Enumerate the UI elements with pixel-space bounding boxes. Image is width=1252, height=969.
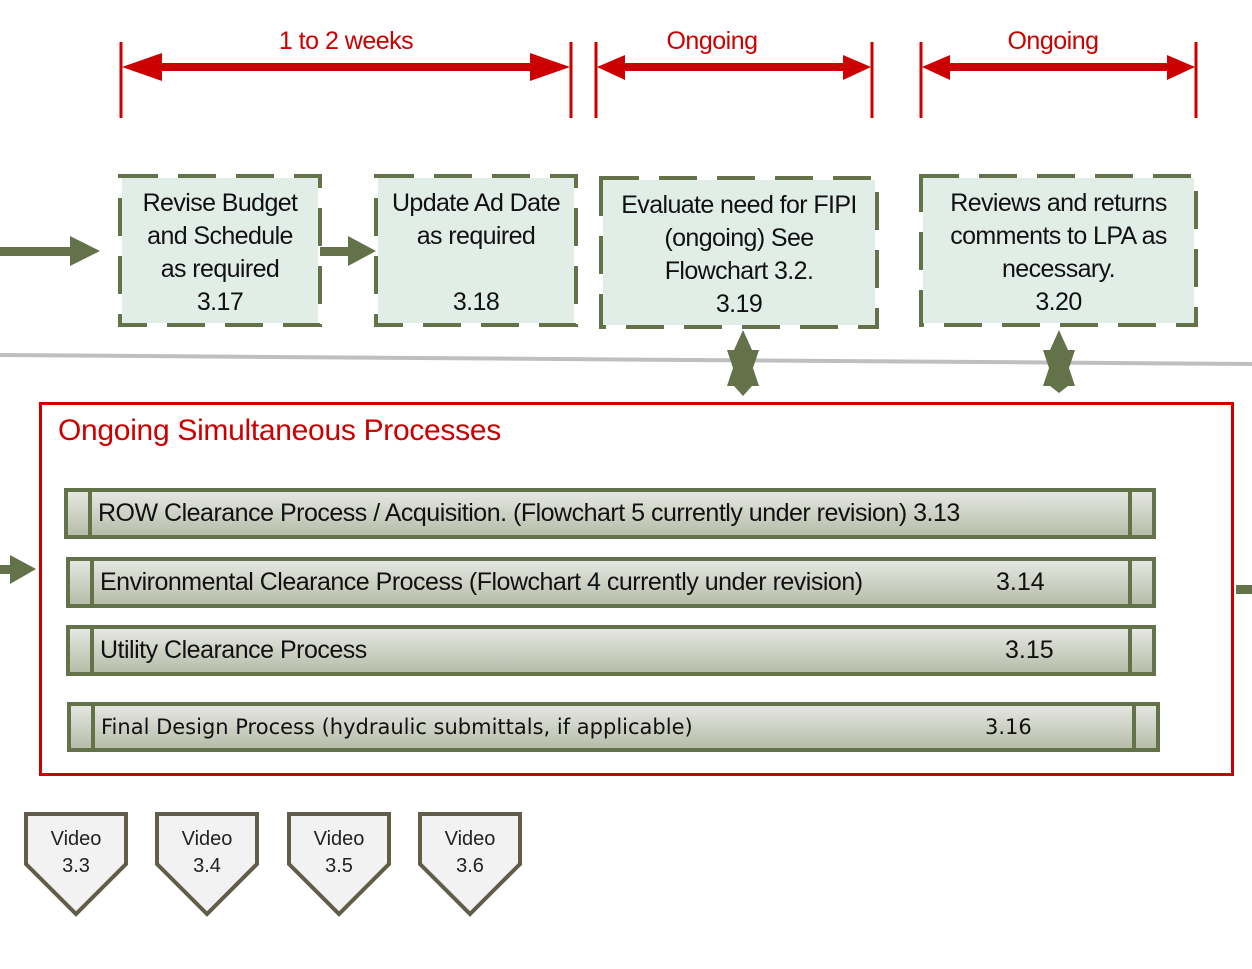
process-ref: 3.14 xyxy=(996,568,1045,596)
video-badge-3-5[interactable]: Video 3.5 xyxy=(287,812,391,922)
process-ref: 3.16 xyxy=(985,715,1032,739)
process-bar-utility-clearance[interactable]: Utility Clearance Process 3.15 xyxy=(66,625,1156,676)
process-bar-right-cap xyxy=(1132,706,1156,748)
process-bar-left-cap xyxy=(68,492,92,535)
step-number: 3.20 xyxy=(1035,288,1082,316)
right-arrow-icon xyxy=(320,236,376,266)
arrowhead-left-icon xyxy=(597,55,625,80)
ongoing-processes-title: Ongoing Simultaneous Processes xyxy=(58,414,501,447)
process-bar-right-cap xyxy=(1128,492,1152,535)
step-box-3-20[interactable]: Reviews and returns comments to LPA as n… xyxy=(923,178,1194,323)
right-arrow-icon xyxy=(0,555,36,584)
six-point-star-connector-icon xyxy=(727,330,759,396)
step-text-line: Flowchart 3.2. xyxy=(664,257,814,285)
step-text-line: necessary. xyxy=(1001,255,1116,283)
process-label: Environmental Clearance Process (Flowcha… xyxy=(100,568,863,596)
duration-label: Ongoing xyxy=(666,27,758,55)
video-label: Video xyxy=(181,828,233,850)
step-box-3-19[interactable]: Evaluate need for FIPI (ongoing) See Flo… xyxy=(603,180,875,325)
step-text-line: comments to LPA as xyxy=(950,222,1167,250)
process-ref: 3.15 xyxy=(1005,636,1054,664)
video-number: 3.4 xyxy=(193,855,221,877)
step-box-3-17[interactable]: Revise Budget and Schedule as required 3… xyxy=(122,178,318,323)
step-text-line: and Schedule xyxy=(147,222,293,250)
step-text-line: (ongoing) See xyxy=(664,224,814,252)
video-badge-3-4[interactable]: Video 3.4 xyxy=(155,812,259,922)
duration-label: 1 to 2 weeks xyxy=(278,27,414,55)
video-number: 3.3 xyxy=(62,855,90,877)
arrowhead-right-icon xyxy=(1167,55,1195,80)
step-text-line: as required xyxy=(160,255,280,283)
video-badge-3-6[interactable]: Video 3.6 xyxy=(418,812,522,922)
process-bar-environmental-clearance[interactable]: Environmental Clearance Process (Flowcha… xyxy=(66,557,1156,608)
process-bar-left-cap xyxy=(71,706,95,748)
arrowhead-left-icon xyxy=(122,53,162,81)
process-label: Utility Clearance Process xyxy=(100,636,367,664)
step-box-3-18[interactable]: Update Ad Date as required 3.18 xyxy=(378,178,574,323)
arrowhead-right-icon xyxy=(530,53,570,81)
step-text-line: Update Ad Date xyxy=(391,189,561,217)
arrowhead-right-icon xyxy=(843,55,871,80)
video-label: Video xyxy=(50,828,102,850)
step-number: 3.19 xyxy=(715,290,763,318)
process-bar-left-cap xyxy=(70,629,94,672)
process-bar-right-cap xyxy=(1128,561,1152,604)
video-number: 3.6 xyxy=(456,855,484,877)
step-text-line: as required xyxy=(416,222,536,250)
video-label: Video xyxy=(444,828,496,850)
step-text-line: Reviews and returns xyxy=(950,189,1167,217)
process-bar-row-clearance[interactable]: ROW Clearance Process / Acquisition. (Fl… xyxy=(64,488,1156,539)
video-badge-3-3[interactable]: Video 3.3 xyxy=(24,812,128,922)
video-number: 3.5 xyxy=(325,855,353,877)
six-point-star-connector-icon xyxy=(1043,330,1075,393)
step-text-line: Revise Budget xyxy=(142,189,298,217)
outgoing-connector-stub xyxy=(1236,585,1252,594)
process-bar-right-cap xyxy=(1128,629,1152,672)
video-label: Video xyxy=(313,828,365,850)
step-text-line: Evaluate need for FIPI xyxy=(621,191,857,219)
arrowhead-left-icon xyxy=(922,55,950,80)
process-bar-final-design[interactable]: Final Design Process (hydraulic submitta… xyxy=(67,702,1160,752)
right-arrow-icon xyxy=(0,236,100,266)
step-number: 3.17 xyxy=(196,288,244,316)
process-bar-left-cap xyxy=(70,561,94,604)
process-label: Final Design Process (hydraulic submitta… xyxy=(101,715,693,739)
step-number: 3.18 xyxy=(452,288,500,316)
process-label: ROW Clearance Process / Acquisition. (Fl… xyxy=(98,499,960,527)
duration-label: Ongoing xyxy=(1007,27,1099,55)
